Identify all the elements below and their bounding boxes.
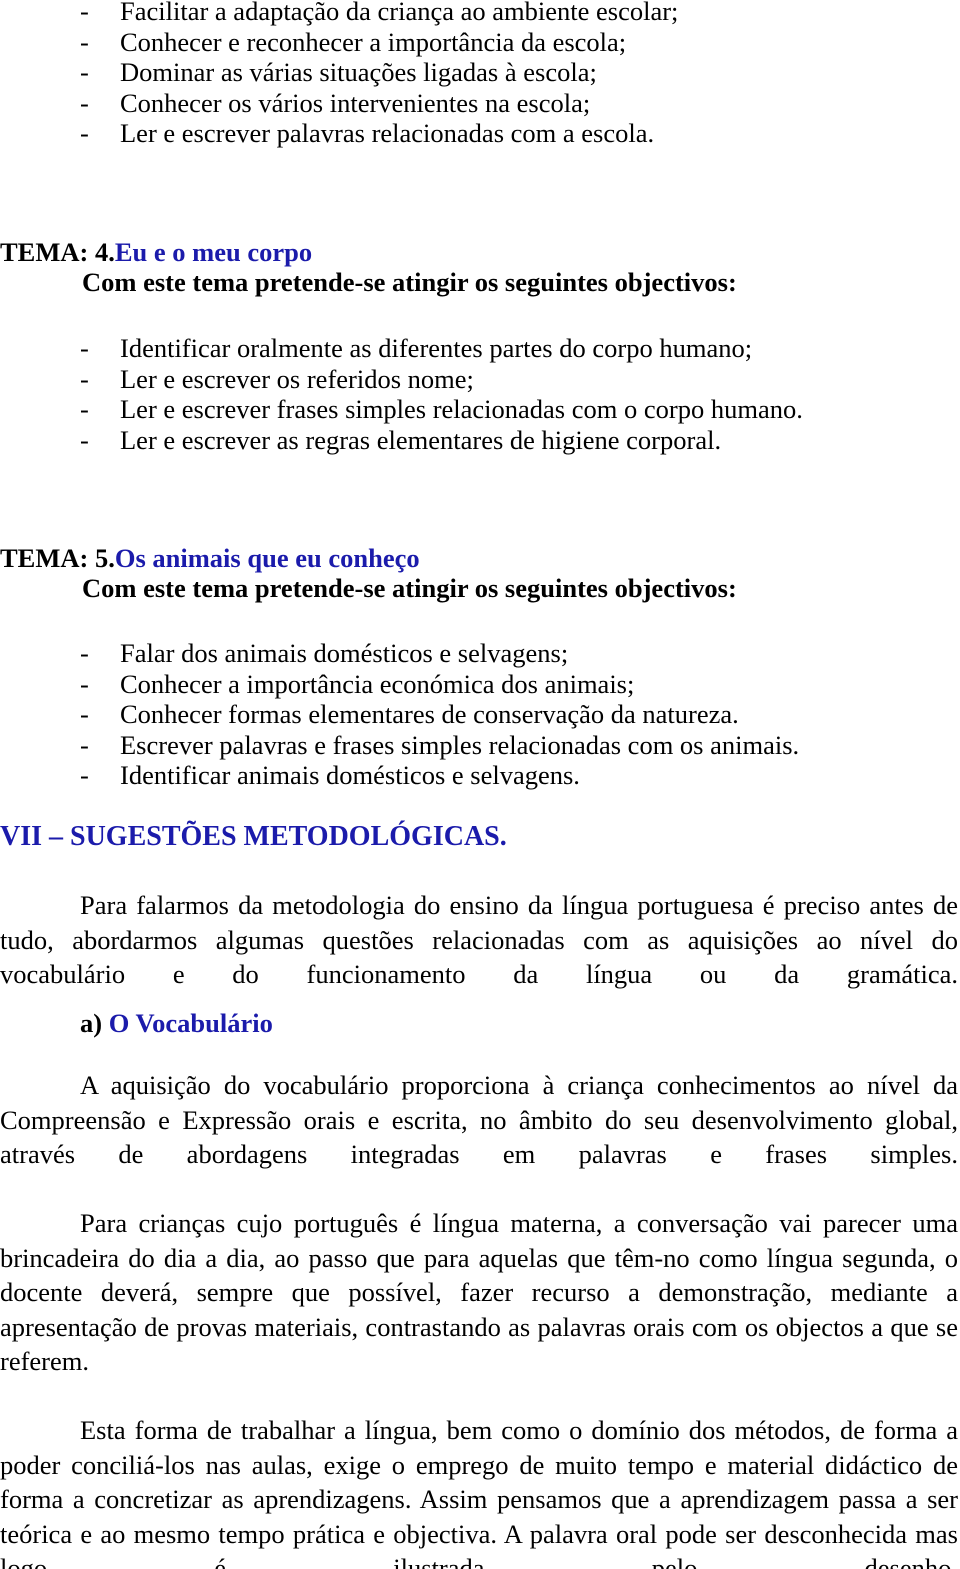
bullet-dash-icon: -: [80, 363, 89, 394]
list-item: - Conhecer os vários intervenientes na e…: [0, 88, 960, 119]
section7-heading: VII – SUGESTÕES METODOLÓGICAS.: [0, 821, 507, 852]
list-item-text: Dominar as várias situações ligadas à es…: [120, 57, 597, 87]
list-item: - Identificar oralmente as diferentes pa…: [0, 333, 960, 364]
bullet-dash-icon: -: [80, 668, 89, 699]
list-item: - Facilitar a adaptação da criança ao am…: [0, 0, 960, 27]
bullet-dash-icon: -: [80, 333, 89, 363]
list-item: - Dominar as várias situações ligadas à …: [0, 57, 960, 88]
tema5-label: TEMA: 5.: [0, 543, 115, 573]
vocabulario-body: A aquisição do vocabulário proporciona à…: [0, 1068, 958, 1569]
bullet-dash-icon: -: [80, 118, 89, 148]
paragraph: Esta forma de trabalhar a língua, bem co…: [0, 1415, 958, 1569]
list-item-text: Conhecer os vários intervenientes na esc…: [120, 87, 591, 118]
list-item: - Conhecer a importância económica dos a…: [0, 669, 960, 700]
document-page: - Facilitar a adaptação da criança ao am…: [0, 0, 960, 1569]
paragraph: A aquisição do vocabulário proporciona à…: [0, 1070, 958, 1169]
tema5-title: Os animais que eu conheço: [114, 543, 420, 573]
paragraph: Para crianças cujo português é língua ma…: [0, 1208, 958, 1376]
list-item: - Identificar animais domésticos e selva…: [0, 760, 960, 791]
tema5-heading: TEMA: 5.Os animais que eu conheço: [0, 543, 960, 573]
list-item: - Escrever palavras e frases simples rel…: [0, 730, 960, 761]
vocabulario-title-text: O Vocabulário: [108, 1008, 273, 1038]
bullet-dash-icon: -: [80, 729, 89, 760]
tema5-heading-block: TEMA: 5.Os animais que eu conheço Com es…: [0, 543, 960, 604]
list-item: - Conhecer formas elementares de conserv…: [0, 699, 960, 730]
bullet-dash-icon: -: [80, 0, 89, 26]
bullet-dash-icon: -: [80, 87, 89, 118]
list-item: - Ler e escrever as regras elementares d…: [0, 425, 960, 456]
tema4-intro: Com este tema pretende-se atingir os seg…: [82, 267, 737, 297]
bullet-dash-icon: -: [80, 699, 89, 729]
bullet-dash-icon: -: [80, 394, 89, 424]
intro-objectives-list: - Facilitar a adaptação da criança ao am…: [0, 0, 960, 149]
tema4-title: Eu e o meu corpo: [114, 237, 313, 267]
list-item-text: Ler e escrever frases simples relacionad…: [120, 394, 803, 424]
tema4-heading-block: TEMA: 4.Eu e o meu corpo Com este tema p…: [0, 237, 960, 298]
list-item-text: Conhecer formas elementares de conservaç…: [120, 699, 739, 729]
tema4-label: TEMA: 4.: [0, 237, 115, 267]
bullet-dash-icon: -: [80, 760, 89, 790]
vocabulario-heading-block: a) O Vocabulário: [0, 1008, 960, 1039]
list-item-text: Conhecer e reconhecer a importância da e…: [120, 26, 627, 57]
list-item-text: Conhecer a importância económica dos ani…: [120, 668, 635, 699]
list-item-text: Identificar oralmente as diferentes part…: [120, 333, 753, 363]
vocabulario-heading: a) O Vocabulário: [80, 1008, 960, 1039]
list-item-text: Falar dos animais domésticos e selvagens…: [120, 638, 569, 668]
list-item: - Falar dos animais domésticos e selvage…: [0, 638, 960, 669]
bullet-list: - Falar dos animais domésticos e selvage…: [0, 638, 960, 791]
tema4-objectives-list: - Identificar oralmente as diferentes pa…: [0, 333, 960, 455]
paragraph: Para falarmos da metodologia do ensino d…: [0, 890, 958, 989]
bullet-list: - Identificar oralmente as diferentes pa…: [0, 333, 960, 455]
bullet-dash-icon: -: [80, 57, 89, 87]
list-item: - Ler e escrever frases simples relacion…: [0, 394, 960, 425]
vocabulario-title: O Vocabulário: [102, 1008, 273, 1038]
tema5-objectives-list: - Falar dos animais domésticos e selvage…: [0, 638, 960, 791]
list-item: - Conhecer e reconhecer a importância da…: [0, 27, 960, 58]
bullet-dash-icon: -: [80, 26, 89, 57]
list-item-text: Ler e escrever as regras elementares de …: [120, 424, 722, 455]
section7-heading-block: VII – SUGESTÕES METODOLÓGICAS.: [0, 821, 960, 853]
list-item-text: Identificar animais domésticos e selvage…: [120, 760, 580, 790]
list-item-text: Ler e escrever os referidos nome;: [120, 363, 474, 394]
list-item-text: Escrever palavras e frases simples relac…: [120, 729, 800, 760]
bullet-list: - Facilitar a adaptação da criança ao am…: [0, 0, 960, 149]
list-item: - Ler e escrever os referidos nome;: [0, 364, 960, 395]
bullet-dash-icon: -: [80, 638, 89, 668]
vocabulario-letter: a): [80, 1008, 103, 1038]
tema5-intro: Com este tema pretende-se atingir os seg…: [82, 573, 737, 603]
list-item: - Ler e escrever palavras relacionadas c…: [0, 118, 960, 149]
section7-body: Para falarmos da metodologia do ensino d…: [0, 888, 958, 1026]
list-item-text: Ler e escrever palavras relacionadas com…: [120, 118, 655, 148]
tema4-heading: TEMA: 4.Eu e o meu corpo: [0, 237, 960, 267]
list-item-text: Facilitar a adaptação da criança ao ambi…: [120, 0, 679, 26]
bullet-dash-icon: -: [80, 424, 89, 455]
